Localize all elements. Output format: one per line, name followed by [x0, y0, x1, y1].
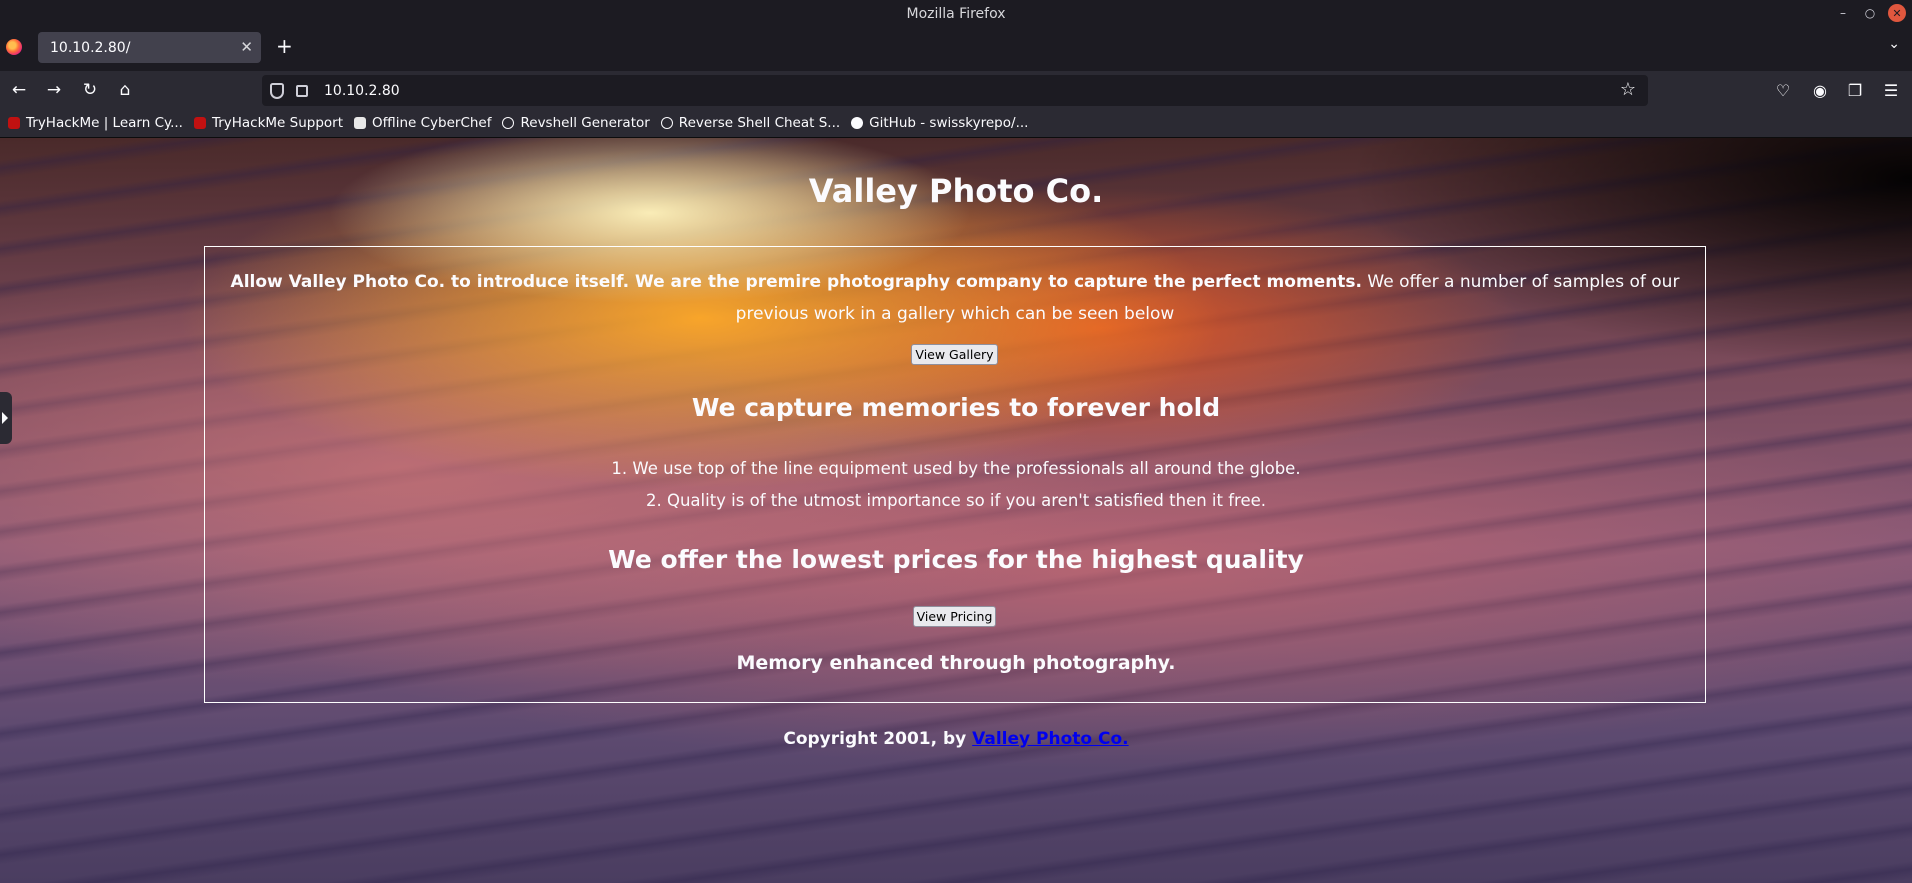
tab-active[interactable]: 10.10.2.80/ ✕ [38, 32, 261, 63]
footer-text: Copyright 2001, by [783, 729, 973, 749]
tracking-shield-icon[interactable] [270, 82, 284, 99]
close-window-icon[interactable]: ✕ [1888, 4, 1906, 22]
bookmarks-toolbar: TryHackMe | Learn Cy... TryHackMe Suppor… [0, 109, 1912, 138]
github-icon [851, 117, 864, 129]
tagline: Memory enhanced through photography. [736, 652, 1176, 674]
navigation-toolbar: ← → ↻ ⌂ 10.10.2.80 ☆ ♡ ◉ ❐ ☰ [0, 71, 1912, 109]
tab-list-chevron-icon[interactable]: ⌄ [1888, 36, 1900, 52]
extension-badge-icon[interactable]: ◉ [1809, 80, 1831, 102]
window-titlebar: Mozilla Firefox – ○ ✕ [0, 0, 1912, 28]
bookmark-tryhackme-learn[interactable]: TryHackMe | Learn Cy... [8, 115, 183, 131]
new-tab-icon[interactable]: + [276, 34, 293, 58]
pocket-icon[interactable]: ♡ [1772, 80, 1794, 102]
list-item: 1. We use top of the line equipment used… [611, 459, 1301, 478]
tryhackme-icon [193, 117, 206, 129]
hamburger-menu-icon[interactable]: ☰ [1880, 80, 1902, 102]
features-list: 1. We use top of the line equipment used… [0, 453, 1912, 517]
view-pricing-button[interactable]: View Pricing [913, 606, 996, 627]
view-gallery-button[interactable]: View Gallery [911, 344, 998, 365]
globe-icon [660, 117, 673, 129]
maximize-icon[interactable]: ○ [1861, 4, 1879, 22]
intro-bold-text: Allow Valley Photo Co. to introduce itse… [230, 272, 1363, 292]
tab-label: 10.10.2.80/ [50, 39, 131, 56]
insecure-lock-icon[interactable] [296, 84, 308, 97]
footer-link[interactable]: Valley Photo Co. [972, 729, 1128, 749]
extensions-puzzle-icon[interactable]: ❐ [1844, 80, 1866, 102]
bookmark-offline-cyberchef[interactable]: Offline CyberChef [354, 115, 491, 131]
forward-icon[interactable]: → [43, 80, 65, 102]
bookmark-tryhackme-support[interactable]: TryHackMe Support [193, 115, 343, 131]
home-icon[interactable]: ⌂ [114, 80, 136, 102]
bookmark-star-icon[interactable]: ☆ [1620, 79, 1636, 100]
tryhackme-icon [8, 117, 20, 129]
bookmark-reverse-shell-cheat[interactable]: Reverse Shell Cheat S... [660, 115, 840, 131]
footer-copyright: Copyright 2001, by Valley Photo Co. [0, 729, 1912, 749]
reload-icon[interactable]: ↻ [79, 80, 101, 102]
bookmark-github-swisskyrepo[interactable]: GitHub - swisskyrepo/... [851, 115, 1028, 131]
address-bar[interactable]: 10.10.2.80 ☆ [262, 75, 1648, 106]
intro-paragraph: Allow Valley Photo Co. to introduce itse… [204, 266, 1706, 330]
heading-prices: We offer the lowest prices for the highe… [608, 545, 1304, 574]
window-title: Mozilla Firefox [906, 6, 1006, 22]
globe-icon [502, 117, 515, 129]
url-text[interactable]: 10.10.2.80 [324, 83, 400, 99]
bookmark-revshell-generator[interactable]: Revshell Generator [502, 115, 650, 131]
tab-close-icon[interactable]: ✕ [240, 38, 253, 56]
minimize-icon[interactable]: – [1834, 4, 1852, 22]
list-item: 2. Quality is of the utmost importance s… [645, 491, 1266, 510]
chef-icon [354, 117, 367, 129]
back-icon[interactable]: ← [8, 80, 30, 102]
site-title: Valley Photo Co. [808, 172, 1104, 210]
heading-memories: We capture memories to forever hold [691, 393, 1221, 422]
firefox-icon[interactable] [6, 39, 22, 55]
